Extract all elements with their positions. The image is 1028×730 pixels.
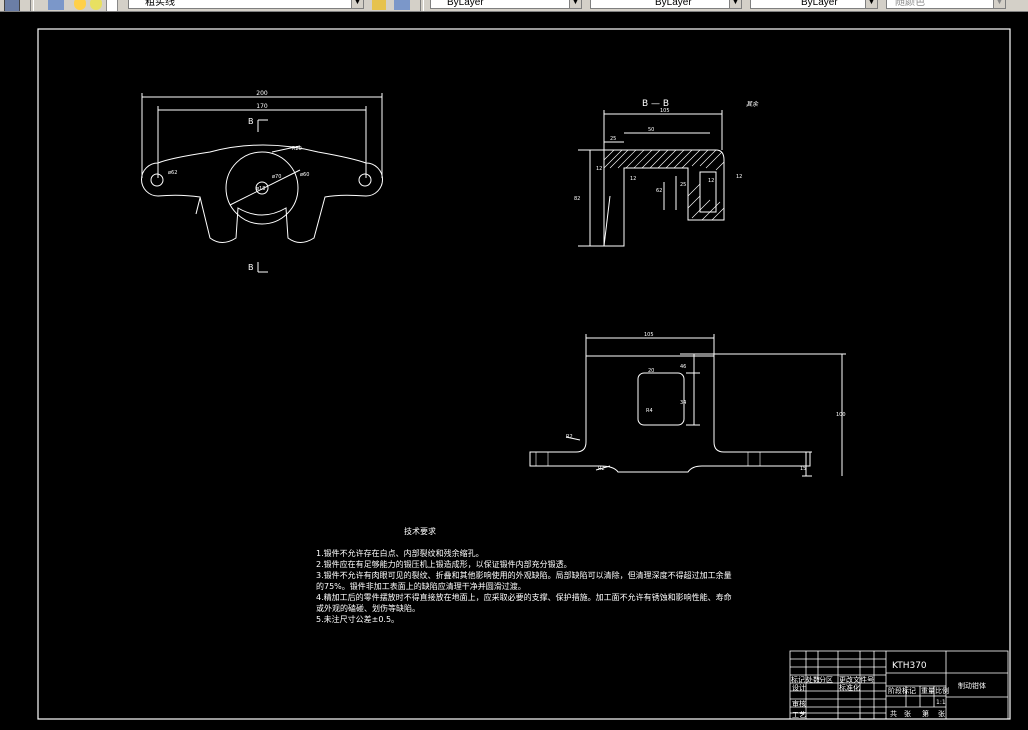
dim-section-105: 105 [660, 108, 670, 114]
row-label: 处数 [806, 675, 820, 684]
top-view: 200 170 [141, 90, 383, 273]
chevron-down-icon: ▼ [729, 0, 741, 8]
dim-section-12a: 12 [596, 166, 602, 172]
dim-top-d60: ø60 [300, 172, 309, 178]
dim-bottom-15: 15 [800, 466, 806, 472]
dim-top-r20: R20 [292, 146, 302, 152]
dim-section-25b: 25 [680, 182, 686, 188]
row-label: 分区 [819, 675, 833, 684]
dim-top-d62: ø62 [168, 170, 177, 176]
sheet-label: 第 [922, 709, 929, 718]
lineweight-value: ByLayer [801, 0, 838, 8]
row-label: 更改文件号 [839, 675, 874, 684]
model-number: KTH370 [892, 661, 927, 671]
chevron-down-icon: ▼ [993, 0, 1005, 8]
dim-bottom-20: 20 [648, 368, 654, 374]
color-value: ByLayer [447, 0, 484, 8]
dim-top-170: 170 [256, 103, 268, 110]
dim-bottom-r4: R4 [646, 408, 653, 414]
dim-bottom-46: 46 [680, 364, 686, 370]
dim-bottom-r2b: R2 [598, 466, 605, 472]
dim-section-62: 62 [656, 188, 662, 194]
row-label: 工艺 [792, 711, 806, 719]
stage-label: 比例 [935, 686, 949, 695]
dim-bottom-100: 100 [836, 412, 846, 418]
tech-line: 或外观的磕碰、划伤等缺陷。 [316, 603, 420, 613]
layer-state-icon[interactable] [74, 0, 86, 10]
toolbar-separator [420, 0, 424, 11]
freeze-icon[interactable] [90, 0, 102, 10]
color-dropdown[interactable]: ByLayer ▼ [430, 0, 582, 9]
chevron-down-icon: ▼ [351, 0, 363, 8]
layer-dropdown[interactable]: 粗实线 ▼ [128, 0, 364, 9]
dim-section-50: 50 [648, 127, 654, 133]
tech-line: 1.锻件不允许存在白点、内部裂纹和残余缩孔。 [316, 548, 484, 558]
make-current-icon[interactable] [372, 0, 386, 10]
sheet-label: 张 [904, 709, 911, 718]
section-mark-top: B [248, 117, 254, 126]
toolbar-separator [30, 0, 34, 11]
drawing-border [37, 28, 1011, 720]
tech-line: 2.锻件应在有足够能力的锻压机上锻造成形，以保证锻件内部充分锻透。 [316, 559, 572, 569]
dim-bottom-r2a: R2 [566, 434, 573, 440]
dim-bottom-105: 105 [644, 332, 654, 338]
dim-section-12d: 12 [736, 174, 742, 180]
sheet-label: 张 [938, 709, 945, 718]
sheet-label: 共 [890, 709, 897, 718]
tech-line: 的75%。锻件非加工表面上的缺陷应清理干净并圆滑过渡。 [316, 581, 526, 591]
row-label: 标记 [791, 675, 805, 684]
scale-value: 1:1 [936, 699, 946, 706]
dim-section-25: 25 [610, 136, 616, 142]
plotstyle-dropdown[interactable]: 随颜色 ▼ [886, 0, 1006, 9]
tech-heading: 技术要求 [404, 526, 436, 536]
row-label: 审核 [792, 699, 806, 708]
stage-label: 重量 [921, 687, 935, 695]
tech-line: 4.精加工后的零件摆放时不得直接放在地面上，应采取必要的支撑、保护措施。加工面不… [316, 592, 732, 602]
plotstyle-value: 随颜色 [895, 0, 925, 8]
row-label: 标准化 [839, 683, 860, 692]
tech-requirements: 技术要求 1.锻件不允许存在白点、内部裂纹和残余缩孔。 2.锻件应在有足够能力的… [316, 526, 732, 624]
tech-line: 5.未注尺寸公差±0.5。 [316, 614, 399, 624]
part-name: 制动钳体 [958, 681, 986, 690]
linetype-dropdown[interactable]: ByLayer ▼ [590, 0, 742, 9]
dim-top-d18: ø18 [256, 186, 265, 192]
section-mark-bottom: B [248, 263, 254, 272]
layer-previous-icon[interactable] [394, 0, 410, 10]
lineweight-dropdown[interactable]: ByLayer ▼ [750, 0, 878, 9]
dim-section-12c: 12 [708, 178, 714, 184]
chevron-down-icon: ▼ [569, 0, 581, 8]
layer-name: 粗实线 [145, 0, 175, 8]
dim-bottom-34: 34 [680, 400, 686, 406]
dim-section-82: 82 [574, 196, 580, 202]
bottom-view [529, 334, 846, 477]
dim-top-200: 200 [256, 90, 268, 97]
dim-top-d70: ø70 [272, 174, 281, 180]
row-label: 设计 [792, 683, 806, 692]
roughness-note: 其余 [746, 100, 759, 108]
drawing-canvas[interactable]: 200 170 B B ø62 ø70 ø18 ø60 R20 B — B 其余 [0, 11, 1028, 730]
linetype-value: ByLayer [655, 0, 692, 8]
layer-manager-icon[interactable] [48, 0, 64, 10]
dim-section-12b: 12 [630, 176, 636, 182]
chevron-down-icon: ▼ [865, 0, 877, 8]
tech-line: 3.锻件不允许有肉眼可见的裂纹、折叠和其他影响使用的外观缺陷。局部缺陷可以清除，… [316, 570, 732, 580]
stage-label: 阶段标记 [888, 686, 916, 695]
